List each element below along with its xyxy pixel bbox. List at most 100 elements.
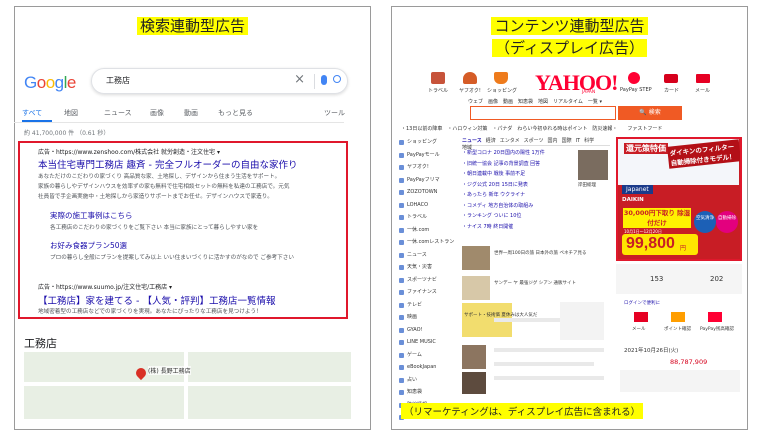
sidebar-service-item[interactable]: スポーツナビ <box>398 274 458 287</box>
clear-icon[interactable]: × <box>294 72 305 87</box>
display-ad-highlight[interactable]: 還元策特価 ダイキンのフィルター自動掃除付きモデル！ Japanet DAIKI… <box>616 137 742 261</box>
news-item[interactable]: ・ランキング ついに 10位 <box>462 211 574 222</box>
sidebar-service-item[interactable]: PayPayフリマ <box>398 174 458 187</box>
search-icon[interactable] <box>333 75 341 83</box>
topic-links[interactable]: ・13日以前の降車 ・ハロウィン対策 ・パナダ わらい今初ゆれる時はポイント 防… <box>401 125 745 133</box>
yahoo-search-tabs[interactable]: ウェブ 画像 動画 知恵袋 地図 リアルタイム 一覧 ▾ <box>468 98 698 105</box>
mail-icon[interactable] <box>696 74 710 83</box>
local-map[interactable]: (株) 長野工務店 <box>24 352 351 419</box>
sidebar-service-item[interactable]: ヤフオク! <box>398 161 458 174</box>
sidebar-service-item[interactable]: ショッピング <box>398 136 458 149</box>
sidebar-service-item[interactable]: 知恵袋 <box>398 386 458 399</box>
ad1-sitelink-1[interactable]: 実際の施工事例はこちら <box>50 210 133 221</box>
date-text: 2021年10月26日(火) <box>624 348 679 354</box>
ad1-url[interactable]: 広告・https://www.zenshoo.com/株式会社 就労創造・注文住… <box>38 147 220 156</box>
account-mail-icon[interactable] <box>634 312 648 322</box>
account-points-icon[interactable] <box>671 312 685 322</box>
news-tab[interactable]: スポーツ <box>524 137 544 144</box>
tab-maps[interactable]: 地図 <box>64 108 78 118</box>
nav-travel[interactable]: トラベル <box>428 87 448 94</box>
feature-caption[interactable]: 世界一周100日の旅 日本外の旅 ペネチア見る <box>494 250 586 256</box>
nav-shopping[interactable]: ショッピング <box>487 87 517 94</box>
sidebar-service-item[interactable]: 一休.com <box>398 224 458 237</box>
news-tab[interactable]: IT <box>576 138 581 144</box>
tab-news[interactable]: ニュース <box>104 108 132 118</box>
news-item[interactable]: ・ジグ公式 20日 15日に発表 <box>462 180 574 191</box>
news-item[interactable]: ・旧統一協会 記事の背景調査 回答 <box>462 159 574 170</box>
feature-photo[interactable] <box>462 246 490 270</box>
auction-icon[interactable] <box>463 72 477 84</box>
news-thumb[interactable] <box>462 372 486 394</box>
ad1-sitelink-2[interactable]: お好み食器プラン50選 <box>50 240 127 251</box>
feature2-caption[interactable]: サンデー ヤ 最強ジグ シアン 通販サイト <box>494 280 576 286</box>
account-paypay-icon[interactable] <box>708 312 722 322</box>
ad-price-box: 99,800 円 <box>622 234 698 255</box>
login-prompt[interactable]: ログインで便利に <box>624 300 660 306</box>
sidebar-service-item[interactable]: ファイナンス <box>398 286 458 299</box>
account-mail[interactable]: メール <box>632 326 646 332</box>
search-box[interactable]: 工務店 × <box>91 68 348 94</box>
news-tab[interactable]: ニュース <box>462 137 482 144</box>
nav-auction[interactable]: ヤフオク! <box>459 87 481 94</box>
paypay-step-icon[interactable] <box>628 72 640 84</box>
news-item[interactable]: ・新型コロナ 20日国内の陽性 1万件 <box>462 148 574 159</box>
tab-more[interactable]: もっと見る <box>218 108 253 118</box>
sidebar-service-item[interactable]: テレビ <box>398 299 458 312</box>
ad-maker: DAIKIN <box>622 197 644 203</box>
news-tab[interactable]: 国内 <box>548 137 558 144</box>
news-tab[interactable]: エンタメ <box>500 137 520 144</box>
nav-mail[interactable]: メール <box>695 87 710 94</box>
sidebar-service-item[interactable]: PayPayモール <box>398 149 458 162</box>
tab-all[interactable]: すべて <box>22 108 42 118</box>
news-photo[interactable] <box>578 150 608 180</box>
sidebar-service-item[interactable]: ゲーム <box>398 349 458 362</box>
sidebar-service-item[interactable]: LOHACO <box>398 199 458 212</box>
yahoo-logo[interactable]: YAHOO! <box>535 70 618 96</box>
news-item[interactable]: ・ナイス 7時 終日開催 <box>462 222 574 233</box>
ad2-title[interactable]: 【工務店】家を建てる - 【人気・評判】工務店一覧情報 <box>38 293 275 307</box>
news-item[interactable]: ・あったら 新年 ウクライナ <box>462 190 574 201</box>
counter-value: 88,787,909 <box>670 358 708 366</box>
search-query[interactable]: 工務店 <box>106 75 130 86</box>
tab-videos[interactable]: 動画 <box>184 108 198 118</box>
sidebar-service-item[interactable]: 一休.comレストラン <box>398 236 458 249</box>
sidebar-service-item[interactable]: LINE MUSIC <box>398 336 458 349</box>
info-widget[interactable] <box>620 370 740 392</box>
feature2-photo[interactable] <box>462 276 490 300</box>
travel-icon[interactable] <box>431 72 445 84</box>
nav-card[interactable]: カード <box>664 87 679 94</box>
sidebar-service-item[interactable]: 占い <box>398 374 458 387</box>
ad1-title[interactable]: 本当住宅専門工務店 趣斉 - 完全フルオーダーの自由な家作り <box>38 157 298 171</box>
news-item[interactable]: ・コメディ 地方自治体の取組み <box>462 201 574 212</box>
sidebar-service-item[interactable]: 映画 <box>398 311 458 324</box>
account-points[interactable]: ポイント確認 <box>664 326 691 332</box>
mic-icon[interactable] <box>321 75 327 85</box>
card-icon[interactable] <box>664 74 678 83</box>
yahoo-search-input[interactable] <box>470 106 616 120</box>
ad1-sitelink-1-desc: 各工務店のこだわりの家づくりをご覧下さい 本当に家族にとって暮らしやすい家を <box>50 225 259 231</box>
nav-paypay-step[interactable]: PayPay STEP <box>620 87 652 93</box>
tab-images[interactable]: 画像 <box>150 108 164 118</box>
news-tab[interactable]: 国際 <box>562 137 572 144</box>
yahoo-search-button-label: 検索 <box>648 109 661 116</box>
service-sidebar: ショッピング PayPayモール ヤフオク! PayPayフリマ ZOZOTOWN LOH… <box>398 136 458 420</box>
news-item[interactable]: ・朝日連載中 戦後 事前不足 <box>462 169 574 180</box>
sidebar-service-item[interactable]: ZOZOTOWN <box>398 186 458 199</box>
side-card[interactable] <box>560 302 604 340</box>
text-line <box>494 362 594 366</box>
sidebar-service-item[interactable]: トラベル <box>398 211 458 224</box>
tab-tools[interactable]: ツール <box>324 108 345 118</box>
news-tab[interactable]: 科学 <box>584 137 594 144</box>
shopping-cart-icon[interactable] <box>494 72 508 84</box>
sidebar-service-item[interactable]: eBookJapan <box>398 361 458 374</box>
account-paypay[interactable]: PayPay残高確認 <box>700 326 734 332</box>
news-tab[interactable]: 経済 <box>486 137 496 144</box>
sidebar-service-item[interactable]: 天気・災害 <box>398 261 458 274</box>
google-logo[interactable]: Google <box>24 73 76 93</box>
sidebar-service-item[interactable]: ニュース <box>398 249 458 262</box>
map-pin-icon[interactable] <box>133 365 149 381</box>
ad2-url[interactable]: 広告・https://www.suumo.jp/注文住宅/工務店 ▾ <box>38 282 172 291</box>
yahoo-search-button[interactable]: 🔍 検索 <box>618 106 682 120</box>
news-thumb[interactable] <box>462 345 486 369</box>
sidebar-service-item[interactable]: GYAO! <box>398 324 458 337</box>
